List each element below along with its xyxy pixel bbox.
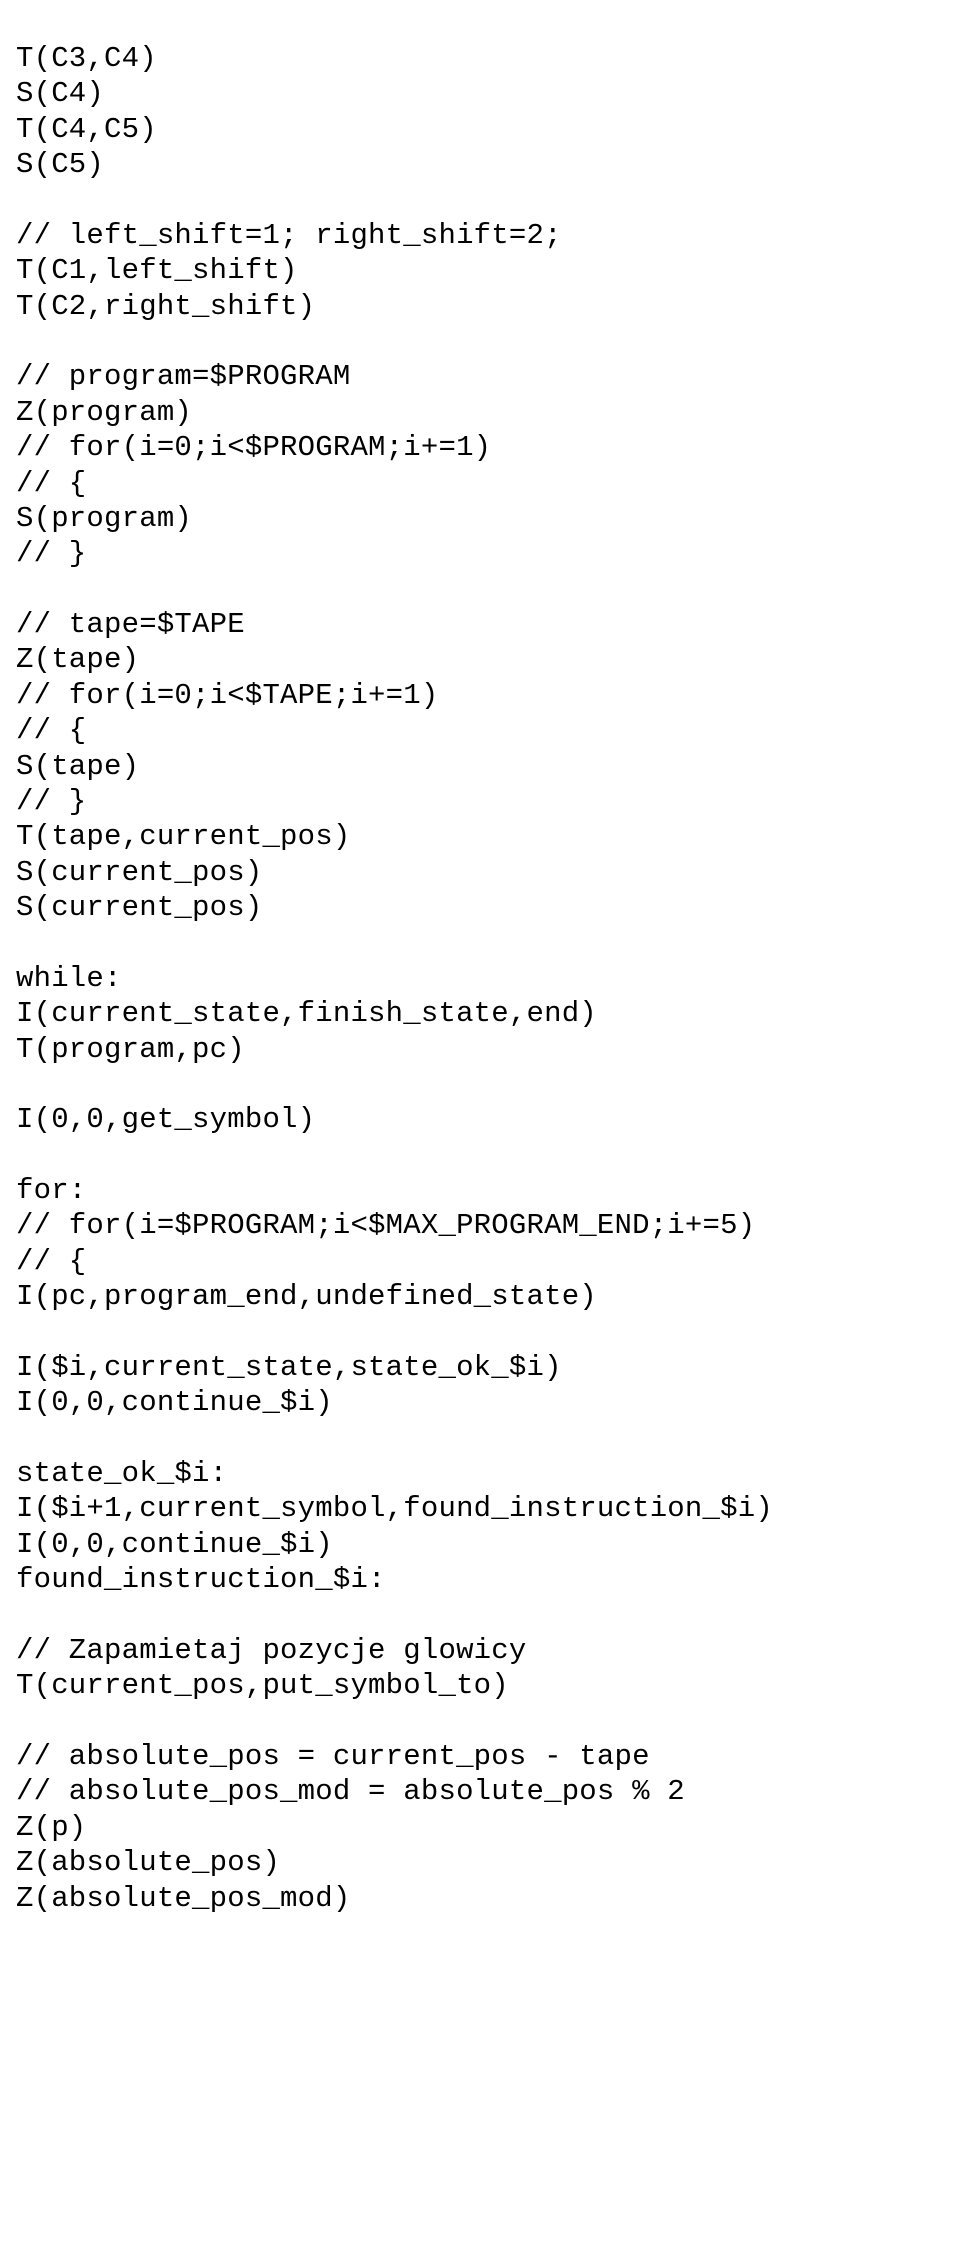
code-block: T(C3,C4) S(C4) T(C4,C5) S(C5) // left_sh… (16, 41, 944, 1916)
